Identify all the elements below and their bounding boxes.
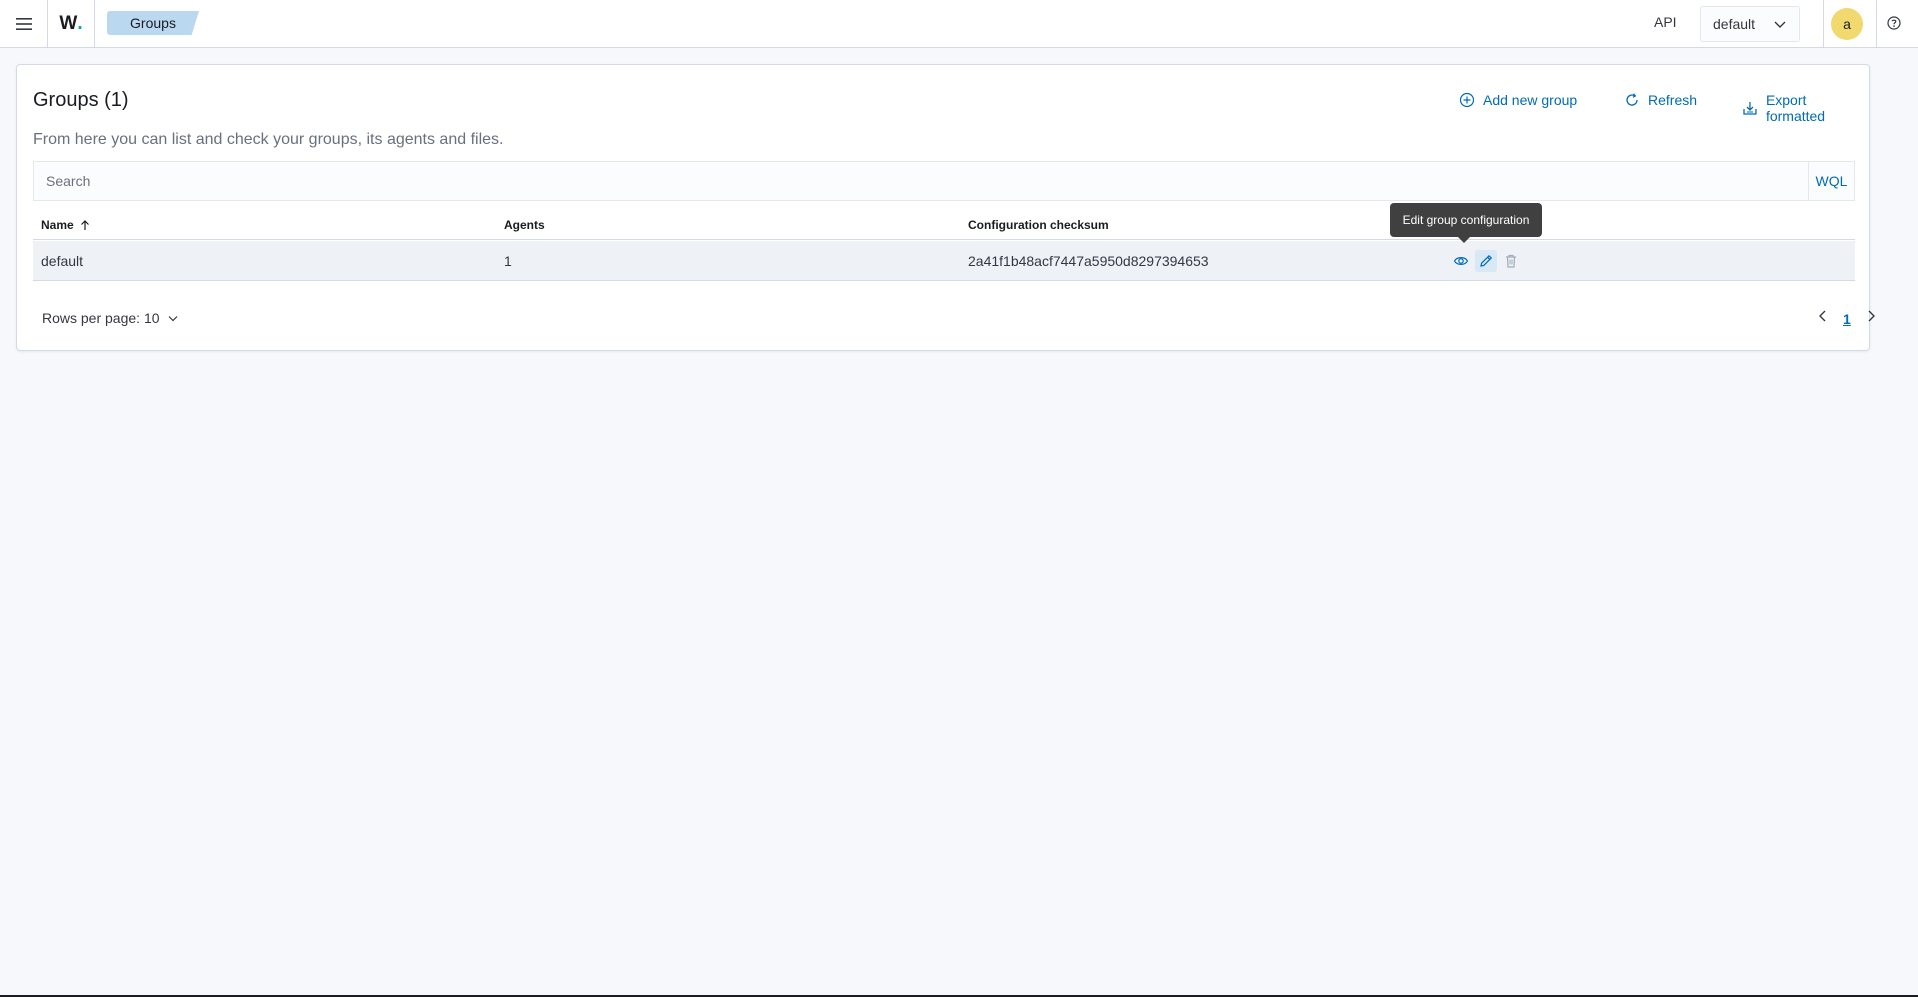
chevron-left-icon xyxy=(1819,310,1826,322)
pagination: 1 xyxy=(1817,309,1877,328)
column-label: Name xyxy=(41,218,74,232)
help-icon xyxy=(1887,16,1901,30)
add-new-group-button[interactable]: Add new group xyxy=(1459,92,1577,108)
rows-per-page-label: Rows per page: 10 xyxy=(42,310,160,326)
column-label: Configuration checksum xyxy=(968,218,1109,232)
user-avatar[interactable]: a xyxy=(1831,8,1863,40)
column-header-name[interactable]: Name xyxy=(41,218,91,232)
top-header: W. Groups API default a xyxy=(0,0,1918,48)
next-page-button[interactable] xyxy=(1865,309,1877,328)
rows-per-page-button[interactable]: Rows per page: 10 xyxy=(42,310,179,326)
cell-checksum: 2a41f1b48acf7447a5950d8297394653 xyxy=(968,253,1209,269)
page-description: From here you can list and check your gr… xyxy=(33,131,504,148)
trash-icon xyxy=(1506,254,1516,268)
add-new-group-label: Add new group xyxy=(1483,92,1578,108)
column-header-checksum[interactable]: Configuration checksum xyxy=(968,218,1109,232)
search-input[interactable] xyxy=(34,162,1838,200)
export-formatted-label: Export formatted xyxy=(1765,92,1826,124)
cell-agents: 1 xyxy=(504,253,512,269)
help-button[interactable] xyxy=(1886,15,1902,36)
refresh-label: Refresh xyxy=(1648,92,1698,108)
eye-icon xyxy=(1453,257,1469,265)
header-divider xyxy=(1876,0,1877,47)
chevron-right-icon xyxy=(1868,310,1875,322)
table-header: Name Agents Configuration checksum xyxy=(33,208,1855,240)
column-header-agents[interactable]: Agents xyxy=(504,218,545,232)
export-formatted-button[interactable]: Export formatted xyxy=(1742,92,1869,124)
api-select[interactable]: default xyxy=(1700,6,1800,42)
breadcrumb-groups[interactable]: Groups xyxy=(107,11,199,35)
column-label: Agents xyxy=(504,218,545,232)
cell-name: default xyxy=(41,253,84,269)
page-number-button[interactable]: 1 xyxy=(1843,311,1851,327)
hamburger-icon xyxy=(15,17,32,30)
logo-text: W xyxy=(59,12,78,34)
app-logo[interactable]: W. xyxy=(48,0,95,47)
plus-circle-icon xyxy=(1459,92,1475,108)
export-icon xyxy=(1743,102,1757,115)
api-label[interactable]: API xyxy=(1654,14,1677,30)
sort-ascending-icon xyxy=(80,220,89,230)
edit-group-tooltip: Edit group configuration xyxy=(1390,203,1542,243)
row-actions xyxy=(1450,250,1522,272)
page-title: Groups (1) xyxy=(33,89,129,111)
view-group-button[interactable] xyxy=(1450,250,1472,272)
previous-page-button[interactable] xyxy=(1817,309,1829,328)
refresh-button[interactable]: Refresh xyxy=(1624,92,1697,108)
delete-group-button[interactable] xyxy=(1500,250,1522,272)
api-select-value: default xyxy=(1713,16,1756,32)
groups-panel: Groups (1) From here you can list and ch… xyxy=(16,64,1875,351)
edit-group-button[interactable] xyxy=(1475,250,1497,272)
logo-dot: . xyxy=(77,12,83,34)
chevron-down-icon xyxy=(168,316,177,322)
refresh-icon xyxy=(1626,93,1638,106)
menu-button[interactable] xyxy=(0,0,48,47)
pencil-icon xyxy=(1480,254,1493,267)
chevron-down-icon xyxy=(1774,21,1786,28)
wql-button[interactable]: WQL xyxy=(1808,162,1854,200)
header-divider xyxy=(1823,0,1824,47)
search-bar: WQL xyxy=(33,161,1855,201)
table-row[interactable]: default 1 2a41f1b48acf7447a5950d82973946… xyxy=(33,241,1855,281)
